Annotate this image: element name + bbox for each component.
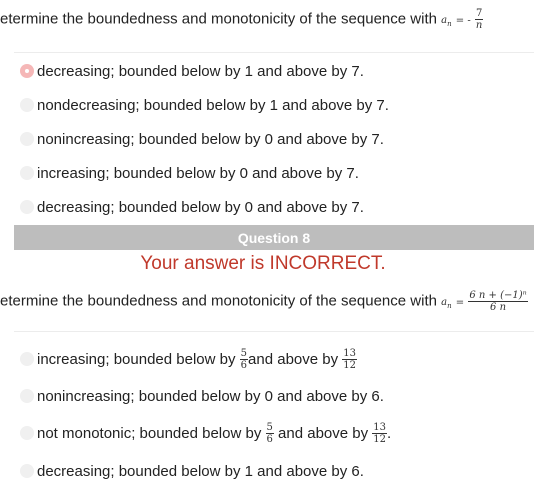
q8-option-3[interactable]: not monotonic; bounded below by 5 6 and … <box>20 420 391 446</box>
radio-icon[interactable] <box>20 98 34 112</box>
q7-option-2-label: nondecreasing; bounded below by 1 and ab… <box>37 96 389 114</box>
question-8-formula-eq: = <box>455 297 465 309</box>
radio-selected-icon[interactable] <box>20 64 34 78</box>
q7-option-4-label: increasing; bounded below by 0 and above… <box>37 164 359 182</box>
q8-option-1-fraction-1: 5 6 <box>239 347 249 371</box>
radio-icon[interactable] <box>20 352 34 366</box>
divider <box>14 331 534 332</box>
question-7-formula-fraction: 7 n <box>474 8 484 31</box>
q8-option-3-mid: and above by <box>278 424 369 442</box>
question-8-prompt-text: etermine the boundedness and monotonicit… <box>0 292 437 310</box>
radio-icon[interactable] <box>20 389 34 403</box>
quiz-page: etermine the boundedness and monotonicit… <box>0 0 556 493</box>
question-8-formula-var: an <box>441 297 452 311</box>
q8-option-4-label: decreasing; bounded below by 1 and above… <box>37 462 364 480</box>
q7-option-2[interactable]: nondecreasing; bounded below by 1 and ab… <box>20 94 389 116</box>
question-7-formula-var: an <box>441 15 452 29</box>
question-8-prompt: etermine the boundedness and monotonicit… <box>0 290 528 313</box>
q8-option-2[interactable]: nonincreasing; bounded below by 0 and ab… <box>20 385 384 407</box>
radio-icon[interactable] <box>20 464 34 478</box>
radio-icon[interactable] <box>20 200 34 214</box>
radio-icon[interactable] <box>20 166 34 180</box>
question-8-title: Question 8 <box>237 229 311 246</box>
q7-option-3[interactable]: nonincreasing; bounded below by 0 and ab… <box>20 128 384 150</box>
q7-option-3-label: nonincreasing; bounded below by 0 and ab… <box>37 130 384 148</box>
q8-option-1-mid: and above by <box>248 350 339 368</box>
q8-option-3-pre: not monotonic; bounded below by <box>37 424 262 442</box>
result-message: Your answer is INCORRECT. <box>140 253 386 274</box>
q8-option-3-post: . <box>387 424 392 442</box>
q8-option-3-fraction-1: 5 6 <box>265 421 274 445</box>
question-7-formula-eq: = - <box>455 15 471 27</box>
divider <box>14 52 534 53</box>
q7-option-1[interactable]: decreasing; bounded below by 1 and above… <box>20 60 364 82</box>
question-7-prompt: etermine the boundedness and monotonicit… <box>0 8 484 31</box>
radio-icon[interactable] <box>20 132 34 146</box>
question-8-header: Question 8 <box>14 225 534 250</box>
radio-icon[interactable] <box>20 426 34 440</box>
q8-option-1-fraction-2: 13 12 <box>342 347 358 371</box>
question-7-prompt-text: etermine the boundedness and monotonicit… <box>0 10 437 28</box>
q8-option-2-label: nonincreasing; bounded below by 0 and ab… <box>37 387 384 405</box>
q8-option-1[interactable]: increasing; bounded below by 5 6 and abo… <box>20 346 358 372</box>
q8-option-3-fraction-2: 13 12 <box>372 421 388 445</box>
q7-option-5-label: decreasing; bounded below by 0 and above… <box>37 198 364 216</box>
q7-option-1-label: decreasing; bounded below by 1 and above… <box>37 62 364 80</box>
q7-option-4[interactable]: increasing; bounded below by 0 and above… <box>20 162 359 184</box>
question-8-formula-fraction: 6 n + (−1)ⁿ 6 n <box>468 290 528 313</box>
q8-option-1-pre: increasing; bounded below by <box>37 350 236 368</box>
q7-option-5[interactable]: decreasing; bounded below by 0 and above… <box>20 196 364 218</box>
q8-option-4[interactable]: decreasing; bounded below by 1 and above… <box>20 460 364 482</box>
